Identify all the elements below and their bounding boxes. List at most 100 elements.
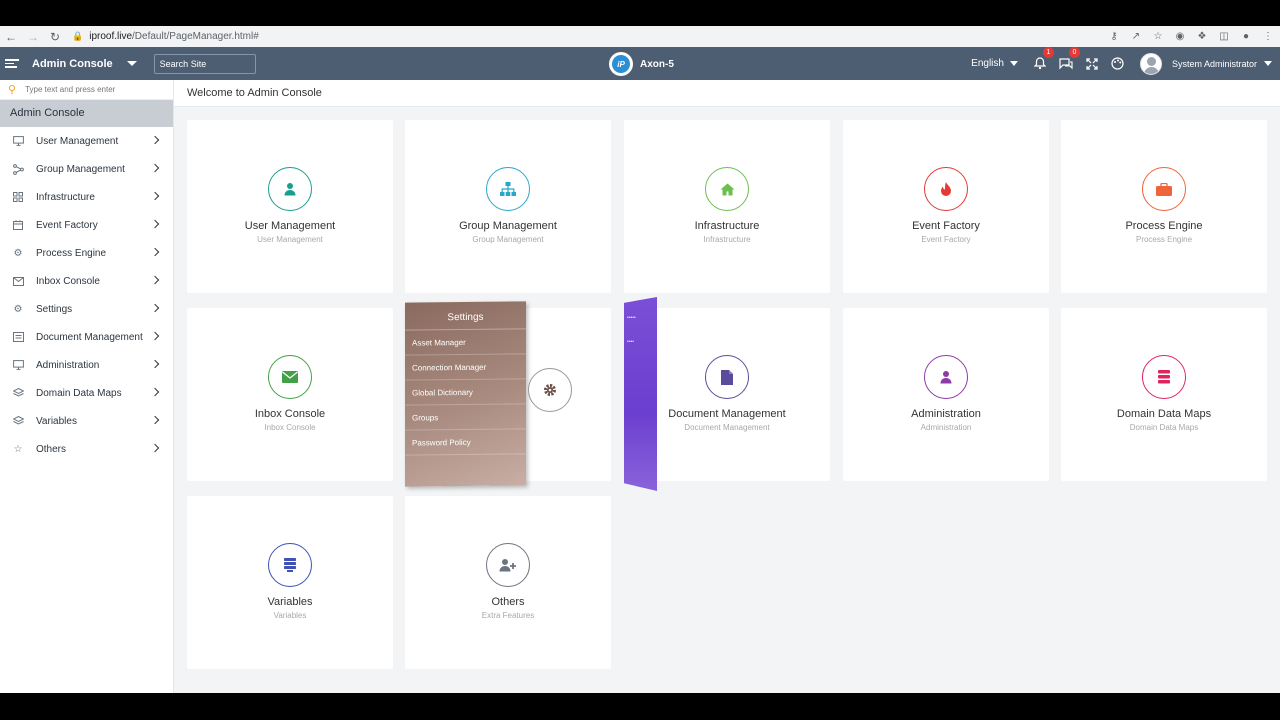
sidebar-item-process-engine[interactable]: ⚙ Process Engine — [0, 239, 173, 267]
search-site-input[interactable]: Search Site — [153, 53, 256, 74]
chat-icon[interactable]: 0 — [1058, 46, 1080, 72]
flip-menu-item-groups[interactable]: Groups — [405, 404, 526, 431]
card-subtitle: Domain Data Maps — [1129, 423, 1199, 432]
card-subtitle: Event Factory — [921, 235, 971, 244]
sidebar-item-label: Variables — [36, 415, 77, 427]
card-title: Event Factory — [912, 220, 980, 232]
card-inbox-console[interactable]: Inbox Console Inbox Console — [187, 308, 393, 481]
chevron-right-icon — [150, 191, 160, 201]
sidebar-item-others[interactable]: ☆ Others — [0, 435, 173, 463]
settings-gear-icon[interactable] — [528, 368, 572, 412]
forward-icon[interactable]: → — [22, 30, 44, 44]
sidebar-item-infrastructure[interactable]: Infrastructure — [0, 183, 173, 211]
menu-dots-icon[interactable]: ⋮ — [1262, 31, 1274, 42]
card-process-engine[interactable]: Process Engine Process Engine — [1061, 120, 1267, 293]
browser-icons: ⚷ ↗ ☆ ◉ ❖ ◫ ● ⋮ — [1108, 31, 1280, 42]
sidebar-header[interactable]: Admin Console — [0, 100, 173, 127]
user-name[interactable]: System Administrator — [1172, 59, 1257, 69]
sidebar-item-domain-data-maps[interactable]: Domain Data Maps — [0, 379, 173, 407]
card-title: Group Management — [459, 220, 557, 232]
palette-icon[interactable] — [1110, 56, 1126, 72]
card-variables[interactable]: Variables Variables — [187, 496, 393, 669]
user-icon — [268, 167, 312, 211]
card-subtitle: Process Engine — [1135, 235, 1193, 244]
chevron-right-icon — [150, 275, 160, 285]
sidebar-item-settings[interactable]: ⚙ Settings — [0, 295, 173, 323]
reload-icon[interactable]: ↻ — [44, 30, 66, 44]
sidepanel-icon[interactable]: ◫ — [1218, 31, 1230, 42]
language-label: English — [971, 58, 1004, 69]
sidebar-item-variables[interactable]: Variables — [0, 407, 173, 435]
gear-icon: ⚙ — [13, 247, 23, 259]
sidebar-item-event-factory[interactable]: Event Factory — [0, 211, 173, 239]
chevron-right-icon — [150, 443, 160, 453]
sidebar-item-group-management[interactable]: Group Management — [0, 155, 173, 183]
app-title[interactable]: Admin Console — [32, 58, 113, 70]
chevron-right-icon — [150, 359, 160, 369]
brand-name: Axon-5 — [640, 58, 674, 70]
chevron-right-icon — [150, 219, 160, 229]
card-title: Process Engine — [1125, 220, 1203, 232]
extensions-icon[interactable]: ❖ — [1196, 31, 1208, 42]
briefcase-icon — [1142, 167, 1186, 211]
hamburger-icon[interactable] — [5, 59, 19, 68]
sidebar-item-document-management[interactable]: Document Management — [0, 323, 173, 351]
flip-menu-item-global-dictionary[interactable]: Global Dictionary — [405, 379, 526, 406]
sitemap-icon — [486, 167, 530, 211]
app-header: Admin Console Search Site iP Axon-5 Engl… — [0, 46, 1280, 80]
chevron-right-icon — [150, 163, 160, 173]
fullscreen-icon[interactable] — [1084, 56, 1100, 72]
card-event-factory[interactable]: Event Factory Event Factory — [843, 120, 1049, 293]
document-icon — [12, 331, 24, 343]
file-icon — [705, 355, 749, 399]
card-infrastructure[interactable]: Infrastructure Infrastructure — [624, 120, 830, 293]
flip-menu-item-password-policy[interactable]: Password Policy — [405, 429, 526, 456]
settings-flip-menu: Settings Asset Manager Connection Manage… — [405, 301, 526, 487]
sidebar-item-label: Document Management — [36, 331, 143, 343]
bookmark-star-icon[interactable]: ☆ — [1152, 31, 1164, 42]
card-user-management[interactable]: User Management User Management — [187, 120, 393, 293]
address-bar[interactable]: 🔒 iproof.live/Default/PageManager.html# — [72, 31, 259, 42]
search-icon: ⚲ — [8, 84, 17, 96]
key-icon[interactable]: ⚷ — [1108, 31, 1120, 42]
monitor-icon — [12, 359, 24, 371]
card-title: Others — [491, 596, 525, 608]
caret-down-icon[interactable] — [126, 61, 137, 66]
flip-panel-text: ••••• — [627, 315, 636, 321]
card-domain-data-maps[interactable]: Domain Data Maps Domain Data Maps — [1061, 308, 1267, 481]
share-icon[interactable]: ↗ — [1130, 31, 1142, 42]
sidebar-item-label: Group Management — [36, 163, 125, 175]
card-administration[interactable]: Administration Administration — [843, 308, 1049, 481]
chevron-right-icon — [150, 303, 160, 313]
sidebar-search[interactable]: ⚲ Type text and press enter — [0, 80, 173, 100]
monitor-icon — [12, 135, 24, 147]
card-title: Variables — [267, 596, 313, 608]
sidebar-item-inbox-console[interactable]: Inbox Console — [0, 267, 173, 295]
sidebar-item-label: Infrastructure — [36, 191, 95, 203]
card-subtitle: Administration — [920, 423, 972, 432]
bell-icon[interactable]: 1 — [1032, 46, 1054, 72]
sidebar-list: User Management Group Management Infrast… — [0, 127, 173, 463]
avatar[interactable] — [1139, 52, 1162, 75]
list-icon — [268, 543, 312, 587]
camera-icon[interactable]: ◉ — [1174, 31, 1186, 42]
sidebar-item-user-management[interactable]: User Management — [0, 127, 173, 155]
sidebar-item-administration[interactable]: Administration — [0, 351, 173, 379]
caret-down-icon[interactable] — [1264, 61, 1272, 66]
card-others[interactable]: Others Extra Features — [405, 496, 611, 669]
sidebar-item-label: Inbox Console — [36, 275, 100, 287]
caret-down-icon — [1009, 61, 1018, 66]
back-icon[interactable]: ← — [0, 30, 22, 44]
network-icon — [12, 163, 24, 175]
star-icon: ☆ — [13, 443, 23, 455]
flip-menu-item-connection-manager[interactable]: Connection Manager — [405, 354, 526, 381]
message-badge: 0 — [1068, 46, 1080, 58]
url-host: iproof.live — [89, 31, 133, 42]
profile-icon[interactable]: ● — [1240, 31, 1252, 42]
language-select[interactable]: English — [971, 58, 1018, 69]
user-plus-icon — [486, 543, 530, 587]
sidebar-search-placeholder: Type text and press enter — [25, 85, 116, 94]
flip-menu-title: Settings — [405, 301, 526, 331]
flip-menu-item-asset-manager[interactable]: Asset Manager — [405, 329, 526, 356]
card-group-management[interactable]: Group Management Group Management — [405, 120, 611, 293]
